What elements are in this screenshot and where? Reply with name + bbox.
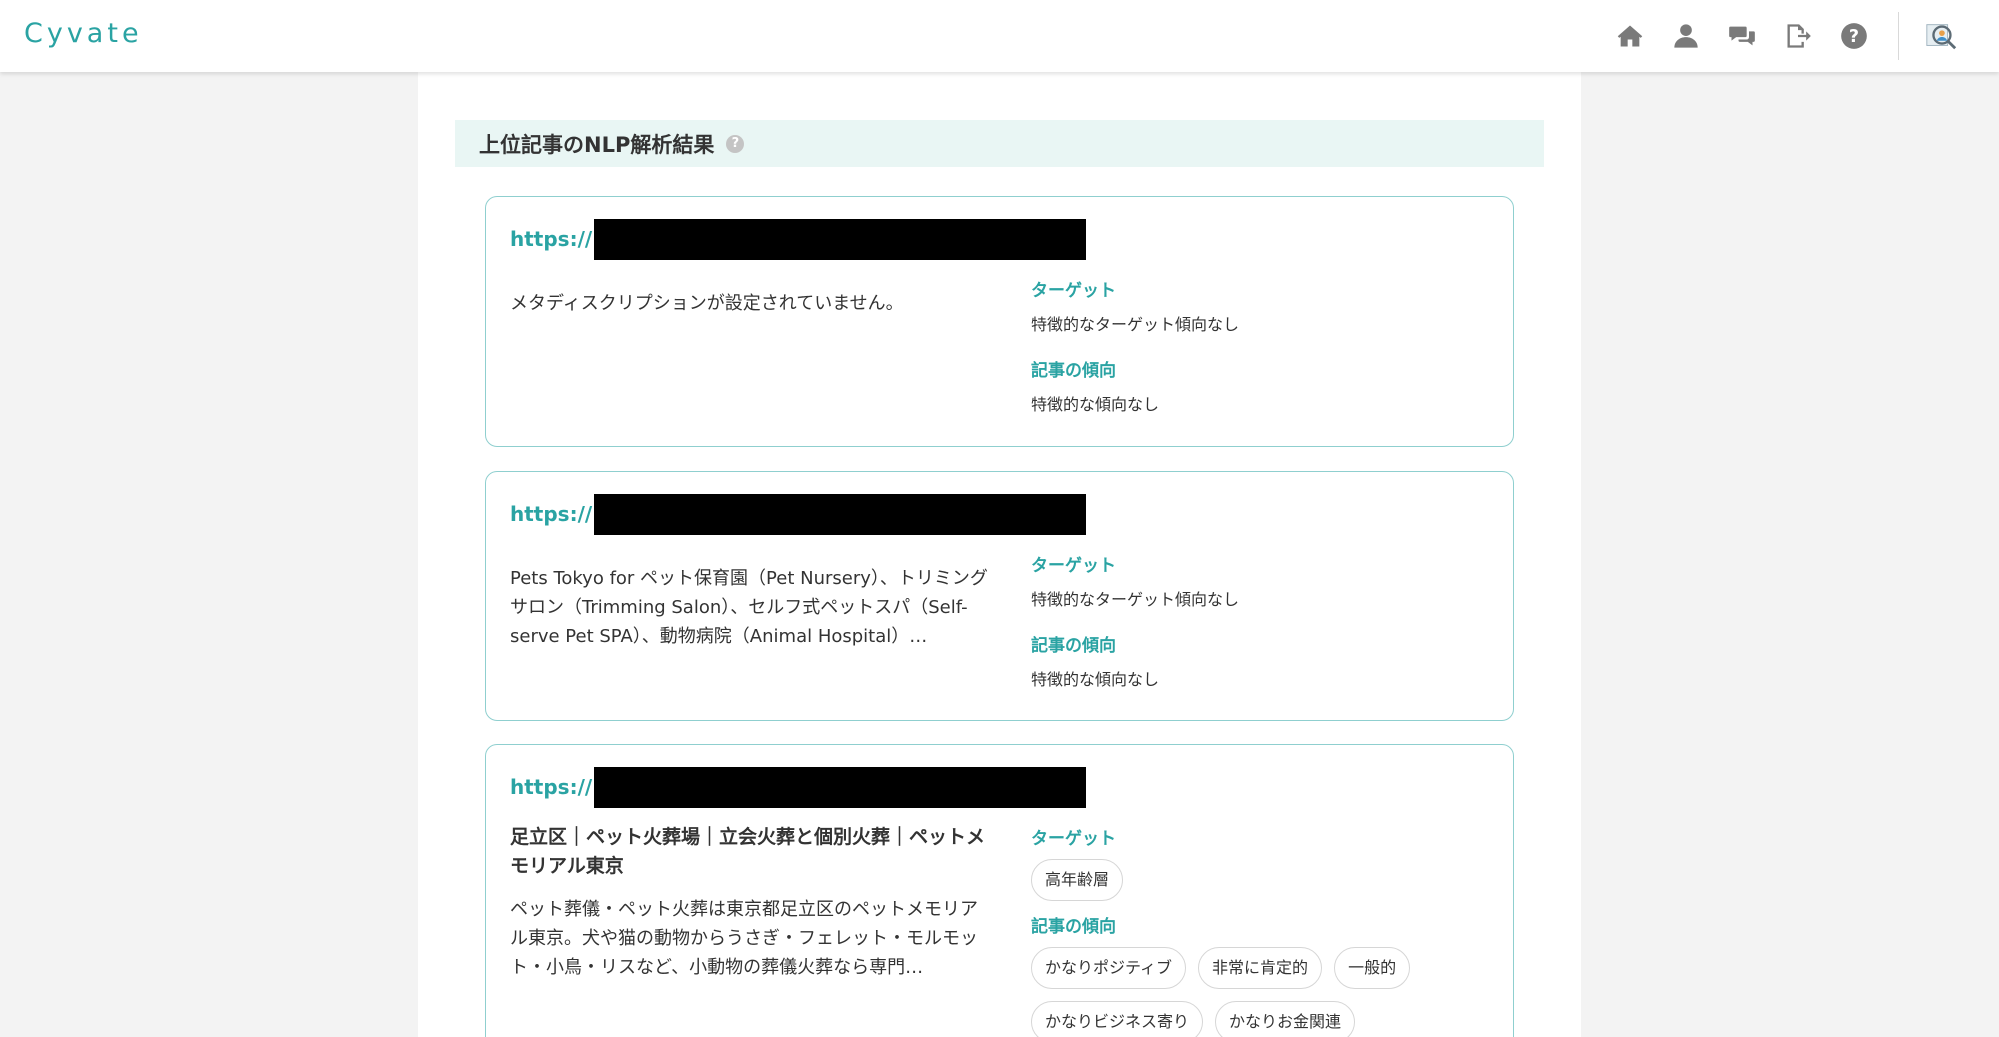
target-label: ターゲット <box>1031 829 1116 849</box>
card-url[interactable]: https:// <box>510 766 1087 808</box>
target-value: 特徴的なターゲット傾向なし <box>1031 315 1240 334</box>
result-card: https:// Pets Tokyo for ペット保育園（Pet Nurse… <box>485 471 1514 721</box>
user-icon[interactable] <box>1669 19 1703 53</box>
article-title: 足立区｜ペット火葬場｜立会火葬と個別火葬｜ペットメモリアル東京 <box>510 826 986 877</box>
nav-divider <box>1898 12 1899 60</box>
target-label: ターゲット <box>1031 556 1116 576</box>
tendency-label: 記事の傾向 <box>1031 361 1116 381</box>
card-url[interactable]: https:// <box>510 493 1087 535</box>
card-description: 足立区｜ペット火葬場｜立会火葬と個別火葬｜ペットメモリアル東京 ペット葬儀・ペッ… <box>510 823 990 982</box>
description-text: Pets Tokyo for ペット保育園（Pet Nursery）、トリミング… <box>510 568 988 647</box>
tag-chip: 非常に肯定的 <box>1198 947 1323 989</box>
url-prefix[interactable]: https:// <box>510 775 592 799</box>
redacted-url <box>594 218 1087 260</box>
tag-chip: 高年齢層 <box>1031 859 1124 901</box>
avatar-icon[interactable] <box>1924 19 1958 53</box>
svg-text:?: ? <box>1849 27 1859 47</box>
redacted-url <box>594 493 1087 535</box>
tag-chip: かなりビジネス寄り <box>1031 1001 1204 1037</box>
chat-icon[interactable] <box>1725 19 1759 53</box>
nav-icons: ? <box>1602 0 1969 72</box>
target-label: ターゲット <box>1031 281 1116 301</box>
card-description: メタディスクリプションが設定されていません。 <box>510 289 990 318</box>
tendency-value: 特徴的な傾向なし <box>1031 670 1160 689</box>
card-attributes: ターゲット 特徴的なターゲット傾向なし 記事の傾向 特徴的な傾向なし <box>1031 279 1501 417</box>
tendency-tags: かなりポジティブ 非常に肯定的 一般的かなりビジネス寄り かなりお金関連 <box>1031 947 1501 1037</box>
tag-chip: かなりポジティブ <box>1031 947 1187 989</box>
logout-icon[interactable] <box>1781 19 1815 53</box>
app-logo[interactable]: Cyvate <box>24 18 143 49</box>
card-attributes: ターゲット 特徴的なターゲット傾向なし 記事の傾向 特徴的な傾向なし <box>1031 554 1501 692</box>
card-description: Pets Tokyo for ペット保育園（Pet Nursery）、トリミング… <box>510 564 990 651</box>
card-attributes: ターゲット 高年齢層 記事の傾向 かなりポジティブ 非常に肯定的 一般的かなりビジネ… <box>1031 827 1501 1037</box>
question-icon[interactable]: ? <box>726 134 745 153</box>
tendency-label: 記事の傾向 <box>1031 917 1116 937</box>
target-value: 特徴的なターゲット傾向なし <box>1031 590 1240 609</box>
description-text: ペット葬儀・ペット火葬は東京都足立区のペットメモリアル東京。犬や猫の動物からうさ… <box>510 899 978 978</box>
top-bar: Cyvate ? <box>0 0 1999 72</box>
main-panel: 上位記事のNLP解析結果 ? https:// メタディスクリプションが設定され… <box>418 72 1581 1037</box>
redacted-url <box>594 766 1087 808</box>
section-title: 上位記事のNLP解析結果 <box>479 132 715 157</box>
tendency-value: 特徴的な傾向なし <box>1031 395 1160 414</box>
tag-chip: 一般的 <box>1334 947 1411 989</box>
url-prefix[interactable]: https:// <box>510 502 592 526</box>
description-text: メタディスクリプションが設定されていません。 <box>510 293 904 314</box>
section-header: 上位記事のNLP解析結果 ? <box>455 120 1544 167</box>
tag-chip: かなりお金関連 <box>1215 1001 1356 1037</box>
help-icon[interactable]: ? <box>1837 19 1871 53</box>
target-tags: 高年齢層 <box>1031 859 1501 913</box>
result-card: https:// メタディスクリプションが設定されていません。 ターゲット 特徴… <box>485 196 1514 447</box>
tendency-label: 記事の傾向 <box>1031 636 1116 656</box>
card-url[interactable]: https:// <box>510 218 1087 260</box>
url-prefix[interactable]: https:// <box>510 227 592 251</box>
result-card: https:// 足立区｜ペット火葬場｜立会火葬と個別火葬｜ペットメモリアル東京… <box>485 744 1514 1037</box>
home-icon[interactable] <box>1613 19 1647 53</box>
